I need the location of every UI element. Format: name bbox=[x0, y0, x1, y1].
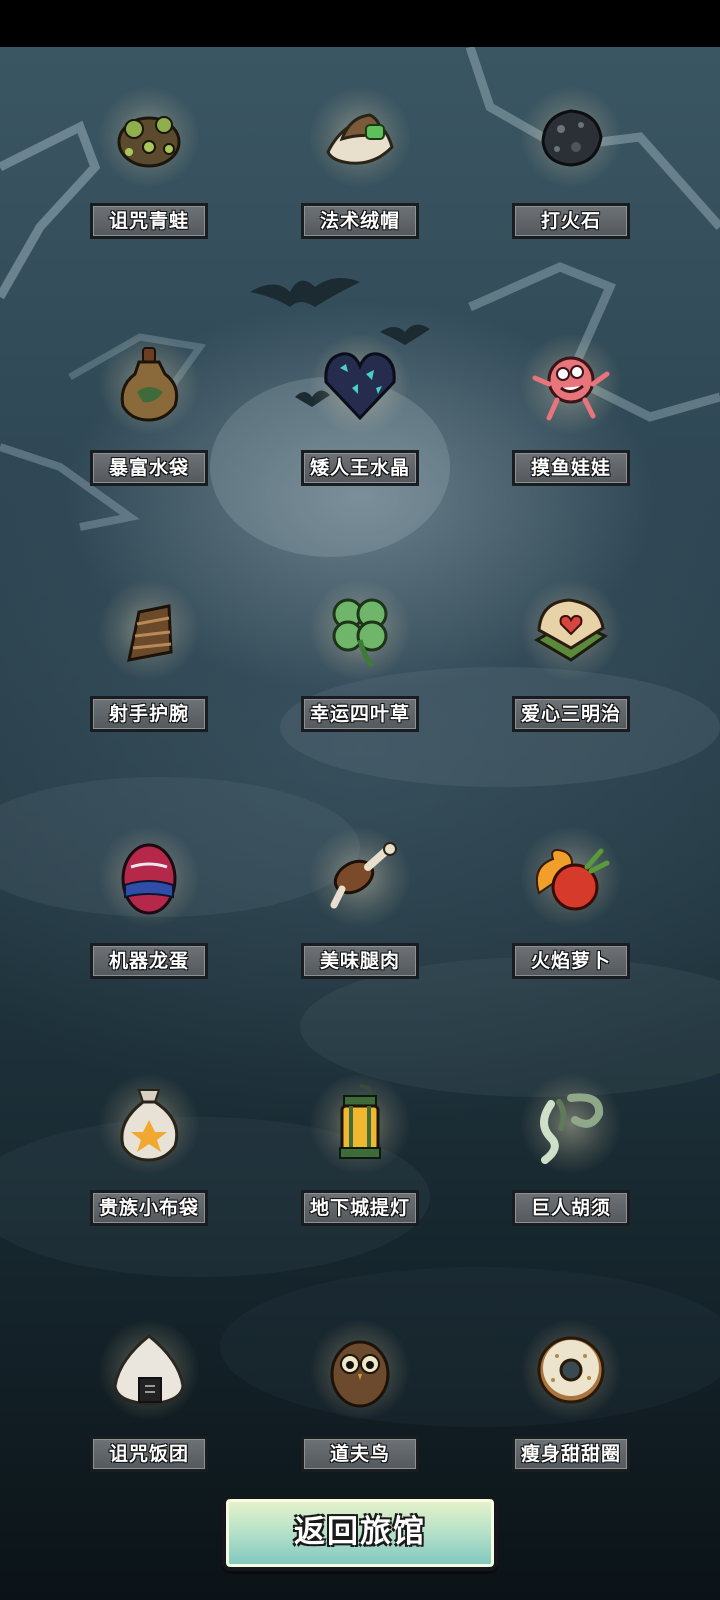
heart-sandwich-icon bbox=[534, 598, 608, 662]
return-to-inn-button[interactable]: 返回旅馆 bbox=[222, 1495, 498, 1571]
cursed-rice-ball-icon bbox=[113, 1334, 185, 1406]
item-slot-flame-radish[interactable]: 火焰萝卜 bbox=[512, 827, 630, 979]
item-label: 射手护腕 bbox=[90, 696, 208, 732]
item-label: 矮人王水晶 bbox=[301, 450, 419, 486]
item-label: 火焰萝卜 bbox=[512, 943, 630, 979]
item-slot-dwarf-king-crystal[interactable]: 矮人王水晶 bbox=[301, 334, 419, 486]
item-label: 道夫鸟 bbox=[301, 1436, 419, 1472]
item-slot-dauf-bird[interactable]: 道夫鸟 bbox=[301, 1320, 419, 1472]
flint-stone-icon bbox=[541, 109, 603, 167]
wealth-water-bag-icon bbox=[120, 347, 179, 422]
return-to-inn-label: 返回旅馆 bbox=[294, 1514, 426, 1550]
item-label: 机器龙蛋 bbox=[90, 943, 208, 979]
item-label: 幸运四叶草 bbox=[301, 696, 419, 732]
item-slot-giant-beard[interactable]: 巨人胡须 bbox=[512, 1074, 630, 1226]
dwarf-king-crystal-icon bbox=[324, 352, 396, 421]
item-label: 诅咒青蛙 bbox=[90, 203, 208, 239]
item-label: 巨人胡须 bbox=[512, 1190, 630, 1226]
item-label: 摸鱼娃娃 bbox=[512, 450, 630, 486]
item-slot-mech-dragon-egg[interactable]: 机器龙蛋 bbox=[90, 827, 208, 979]
slim-donut-icon bbox=[537, 1336, 605, 1404]
item-label: 爱心三明治 bbox=[512, 696, 630, 732]
noble-pouch-icon bbox=[120, 1089, 179, 1162]
dungeon-lantern-icon bbox=[339, 1084, 381, 1159]
item-slot-dungeon-lantern[interactable]: 地下城提灯 bbox=[301, 1074, 419, 1226]
item-label: 贵族小布袋 bbox=[90, 1190, 208, 1226]
item-label: 暴富水袋 bbox=[90, 450, 208, 486]
item-slot-noble-pouch[interactable]: 贵族小布袋 bbox=[90, 1074, 208, 1226]
item-slot-flint-stone[interactable]: 打火石 bbox=[512, 87, 630, 239]
item-slot-wealth-water-bag[interactable]: 暴富水袋 bbox=[90, 334, 208, 486]
item-slot-heart-sandwich[interactable]: 爱心三明治 bbox=[512, 580, 630, 732]
cursed-frog-icon bbox=[117, 116, 181, 168]
item-label: 瘦身甜甜圈 bbox=[512, 1436, 630, 1472]
dauf-bird-icon bbox=[330, 1340, 390, 1408]
item-collection-screen: 诅咒青蛙 法术绒帽 打火石 暴富水袋 矮人王水晶 摸鱼娃娃 射手护腕 幸运四叶草… bbox=[0, 47, 720, 1600]
item-label: 打火石 bbox=[512, 203, 630, 239]
item-slot-slacker-doll[interactable]: 摸鱼娃娃 bbox=[512, 334, 630, 486]
flame-radish-icon bbox=[535, 848, 610, 911]
item-label: 诅咒饭团 bbox=[90, 1436, 208, 1472]
slacker-doll-icon bbox=[532, 356, 610, 421]
spell-fur-hat-icon bbox=[326, 113, 394, 165]
item-slot-spell-fur-hat[interactable]: 法术绒帽 bbox=[301, 87, 419, 239]
item-slot-lucky-clover[interactable]: 幸运四叶草 bbox=[301, 580, 419, 732]
item-label: 法术绒帽 bbox=[301, 203, 419, 239]
item-slot-archer-bracer[interactable]: 射手护腕 bbox=[90, 580, 208, 732]
archer-bracer-icon bbox=[127, 604, 173, 662]
item-slot-slim-donut[interactable]: 瘦身甜甜圈 bbox=[512, 1320, 630, 1472]
item-label: 地下城提灯 bbox=[301, 1190, 419, 1226]
item-slot-cursed-rice-ball[interactable]: 诅咒饭团 bbox=[90, 1320, 208, 1472]
item-label: 美味腿肉 bbox=[301, 943, 419, 979]
tasty-drumstick-icon bbox=[330, 842, 397, 909]
lucky-clover-icon bbox=[332, 598, 388, 668]
giant-beard-icon bbox=[540, 1093, 604, 1164]
status-bar bbox=[0, 0, 720, 47]
item-slot-tasty-drumstick[interactable]: 美味腿肉 bbox=[301, 827, 419, 979]
item-slot-cursed-frog[interactable]: 诅咒青蛙 bbox=[90, 87, 208, 239]
mech-dragon-egg-icon bbox=[121, 843, 177, 915]
